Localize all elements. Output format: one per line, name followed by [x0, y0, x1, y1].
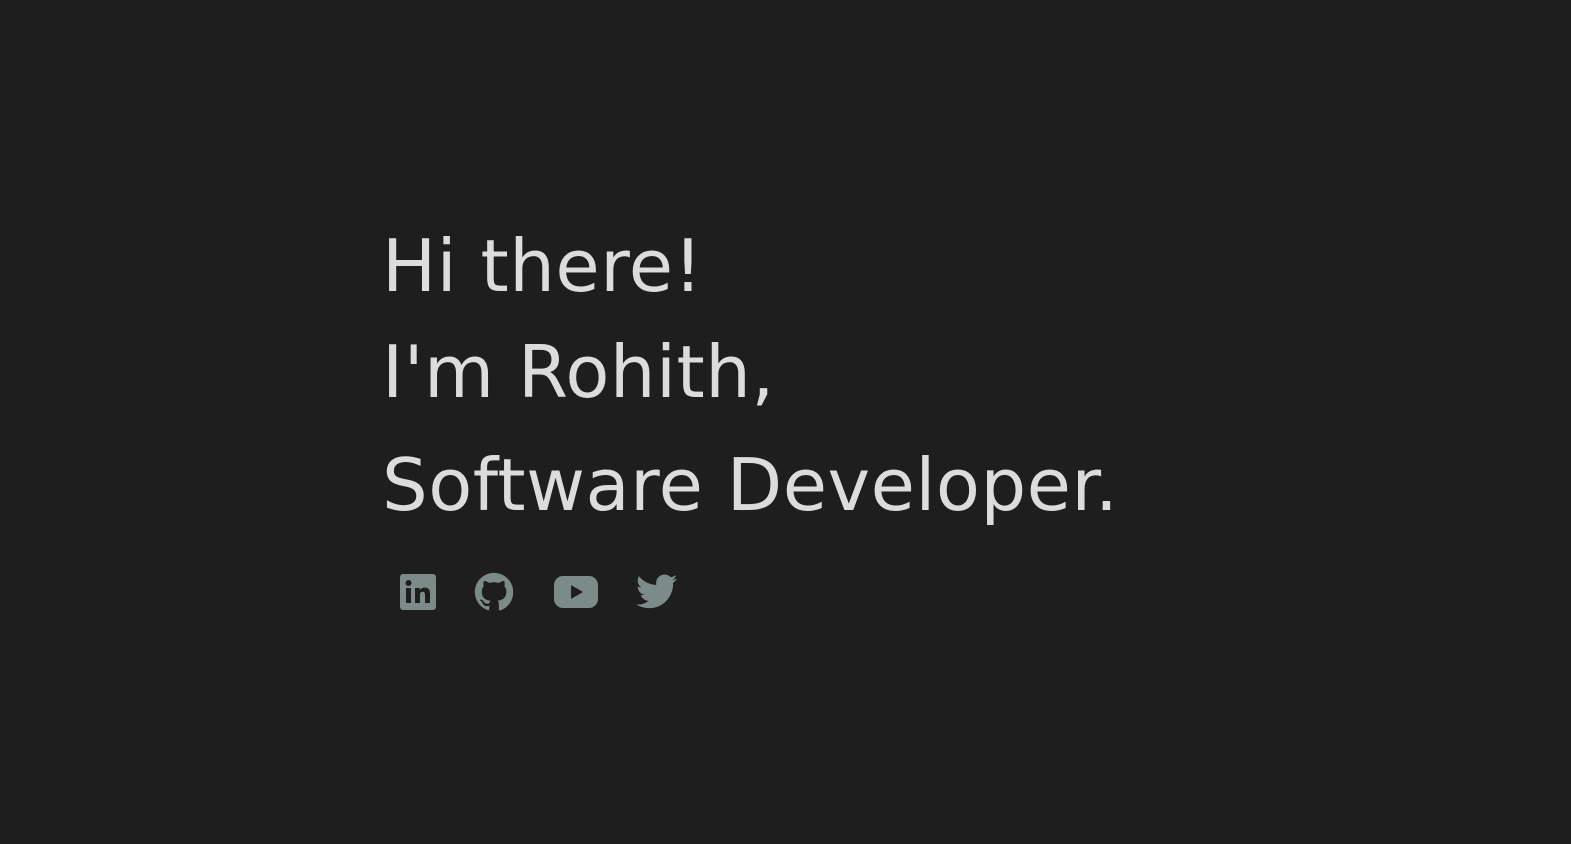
greeting-heading: Hi there!	[382, 224, 703, 308]
role-heading: Software Developer.	[382, 443, 1119, 527]
github-link[interactable]	[473, 572, 515, 612]
twitter-link[interactable]	[635, 572, 679, 612]
linkedin-link[interactable]	[398, 572, 438, 612]
twitter-icon	[636, 574, 678, 609]
github-icon	[474, 572, 514, 611]
youtube-icon	[554, 576, 598, 608]
social-links	[398, 572, 679, 612]
name-heading: I'm Rohith,	[382, 330, 775, 414]
hero-section: Hi there! I'm Rohith, Software Developer…	[382, 216, 1118, 542]
page: Hi there! I'm Rohith, Software Developer…	[0, 0, 1571, 844]
linkedin-icon	[400, 574, 436, 610]
youtube-link[interactable]	[553, 572, 599, 612]
